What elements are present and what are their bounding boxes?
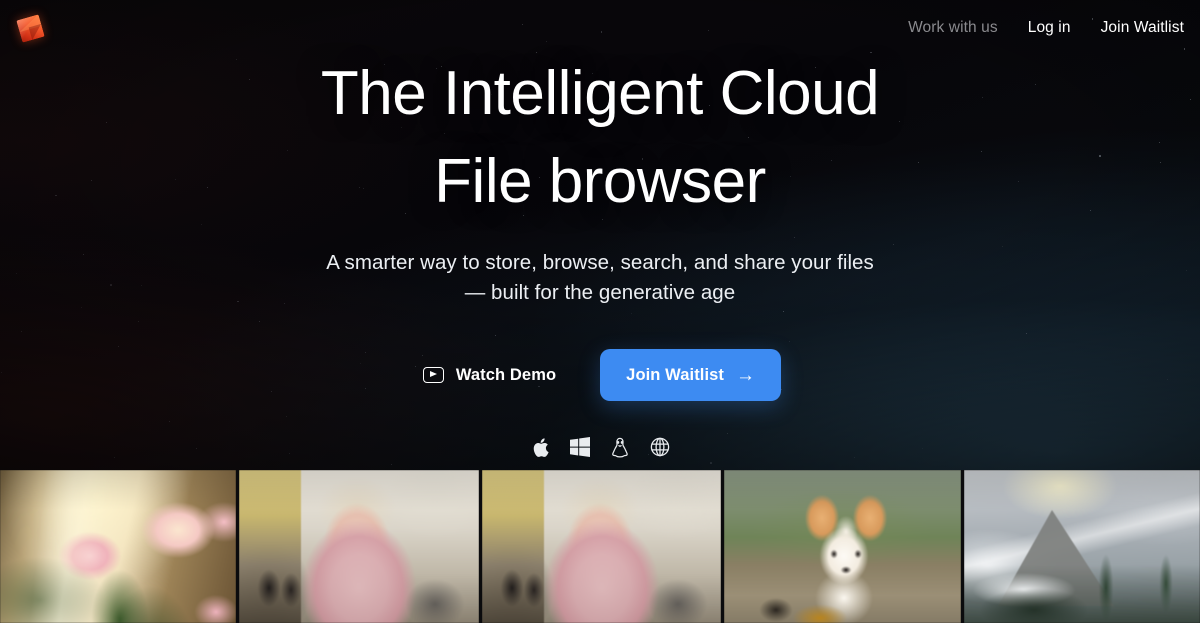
join-waitlist-label: Join Waitlist (626, 365, 725, 384)
globe-icon[interactable] (647, 434, 673, 460)
windows-icon[interactable] (567, 434, 593, 460)
gallery-tile-corgi[interactable] (724, 470, 961, 623)
linux-icon[interactable] (607, 434, 633, 460)
gallery-tile-portrait-1[interactable] (239, 470, 479, 623)
gallery-tile-mountain[interactable] (963, 470, 1200, 623)
nav-link-work-with-us[interactable]: Work with us (908, 20, 998, 36)
tile-overlay (0, 470, 237, 623)
hero-headline: The Intelligent Cloud File browser (0, 50, 1200, 226)
diamond-logo-icon (15, 13, 45, 43)
subtitle-line-2: — built for the generative age (464, 281, 736, 304)
landing-page: Work with us Log in Join Waitlist The In… (0, 0, 1200, 623)
apple-icon[interactable] (527, 434, 553, 460)
join-waitlist-button[interactable]: Join Waitlist → (600, 349, 782, 401)
watch-demo-label: Watch Demo (455, 365, 557, 384)
tile-overlay (724, 470, 961, 623)
watch-demo-button[interactable]: Watch Demo (419, 356, 560, 395)
hero-cta-row: Watch Demo Join Waitlist → (0, 349, 1200, 401)
nav-links-group: Work with us Log in Join Waitlist (908, 0, 1184, 56)
gallery-tile-roses[interactable] (0, 470, 237, 623)
hero-subtitle: A smarter way to store, browse, search, … (0, 248, 1200, 308)
gallery-image-strip (0, 470, 1200, 623)
headline-line-2: File browser (434, 147, 766, 216)
nav-link-join-waitlist[interactable]: Join Waitlist (1101, 20, 1184, 36)
top-navigation-bar: Work with us Log in Join Waitlist (0, 0, 1200, 56)
subtitle-line-1: A smarter way to store, browse, search, … (326, 251, 874, 274)
nav-link-log-in[interactable]: Log in (1028, 20, 1071, 36)
tile-overlay (963, 470, 1200, 623)
platform-icons-row (0, 434, 1200, 460)
brand-logo-button[interactable] (14, 12, 46, 44)
tile-overlay (239, 470, 479, 623)
arrow-right-icon: → (736, 364, 756, 386)
play-in-rounded-rect-icon (422, 367, 444, 383)
gallery-tile-portrait-2[interactable] (481, 470, 722, 623)
tile-overlay (481, 470, 722, 623)
headline-line-1: The Intelligent Cloud (320, 59, 880, 128)
